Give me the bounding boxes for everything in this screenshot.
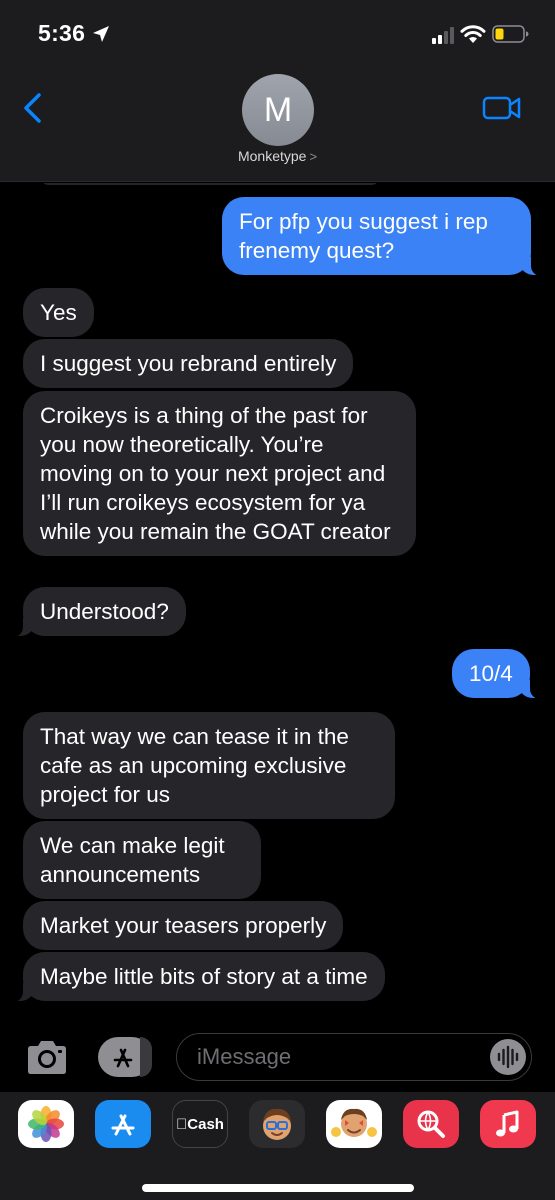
battery-low-icon (492, 25, 529, 43)
location-arrow-icon (93, 26, 109, 42)
web-images-search-icon[interactable] (403, 1100, 459, 1148)
imessage-placeholder: iMessage (197, 1044, 292, 1069)
cellular-signal-icon (432, 26, 458, 44)
message-bubble-incoming[interactable]: Yes (23, 288, 94, 337)
photos-icon[interactable] (18, 1100, 74, 1148)
chevron-right-icon: > (309, 149, 318, 164)
memoji-stickers-icon[interactable] (326, 1100, 382, 1148)
message-bubble-incoming[interactable]: Market your teasers properly (23, 901, 344, 950)
wifi-icon (460, 25, 486, 43)
back-chevron-icon[interactable] (20, 92, 46, 124)
contact-avatar[interactable]: M (242, 74, 314, 146)
message-bubble-outgoing[interactable]: 10/4 (452, 649, 542, 699)
message-bubble-incoming[interactable]: Understood? (11, 587, 186, 637)
app-store-icon[interactable] (95, 1100, 151, 1148)
status-bar: 5:36 (0, 0, 555, 72)
apple-cash-icon[interactable]: Cash (172, 1100, 228, 1148)
memoji-icon[interactable] (249, 1100, 305, 1148)
status-time: 5:36 (38, 20, 86, 46)
audio-message-icon[interactable] (490, 1039, 526, 1075)
message-bubble-outgoing[interactable]: For pfp you suggest i rep frenemy quest? (222, 197, 543, 276)
message-bubble-incoming[interactable]: We can make legit announcements (23, 821, 261, 899)
message-bubble-incoming[interactable]: Maybe little bits of story at a time (11, 952, 385, 1002)
contact-name: Monketype (237, 148, 307, 164)
imessage-input[interactable]: iMessage (176, 1033, 532, 1081)
message-bubble-incoming[interactable]: That way we can tease it in the cafe as … (23, 712, 395, 819)
contact-name-link[interactable]: Monketype > (0, 148, 555, 164)
app-store-a-icon (113, 1048, 133, 1068)
facetime-video-icon[interactable] (482, 94, 522, 122)
message-bubble-incoming[interactable]: I suggest you rebrand entirely (23, 339, 354, 388)
app-store-drawer-button[interactable] (98, 1037, 152, 1077)
music-icon[interactable] (480, 1100, 536, 1148)
apple-cash-label: Cash (181, 1115, 224, 1133)
conversation-header: M Monketype > (0, 72, 555, 182)
message-bubble-incoming[interactable]: Croikeys is a thing of the past for you … (23, 391, 416, 556)
message-list[interactable]: For pfp you suggest i rep frenemy quest?… (0, 183, 555, 1023)
home-indicator[interactable] (142, 1184, 414, 1192)
camera-icon[interactable] (24, 1037, 70, 1077)
partial-message-bubble (40, 183, 380, 185)
